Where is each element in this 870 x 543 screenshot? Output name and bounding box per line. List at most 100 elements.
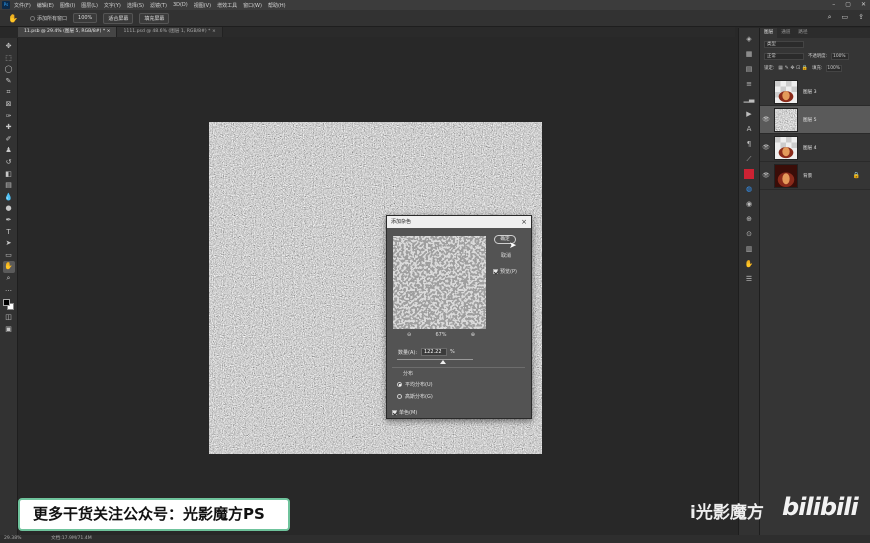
zoom-field[interactable]: 100% — [73, 13, 98, 23]
add-all-windows-checkbox[interactable]: 添加所有窗口 — [30, 15, 67, 22]
screen-mode-icon[interactable]: ▣ — [3, 324, 15, 336]
close-tab-icon[interactable]: × — [212, 29, 216, 34]
zoom-out-icon[interactable]: ⊖ — [407, 332, 411, 338]
tab-document-2[interactable]: 1111.psd @ 48.6% (图层 1, RGB/8#) * × — [117, 27, 223, 37]
hand-tool-icon[interactable]: ✋ — [8, 14, 18, 23]
fill-screen-button[interactable]: 填充屏幕 — [139, 12, 170, 24]
move-tool-icon[interactable]: ✥ — [3, 41, 15, 53]
close-icon[interactable]: ✕ — [861, 1, 866, 8]
kind-filter[interactable]: 类型 — [764, 40, 804, 48]
type-tool-icon[interactable]: T — [3, 227, 15, 239]
healing-tool-icon[interactable]: ✚ — [3, 122, 15, 134]
pen-tool-icon[interactable]: ✒ — [3, 215, 15, 227]
workspace-icon[interactable]: ▭ — [842, 13, 849, 22]
status-zoom[interactable]: 29.38% — [4, 536, 22, 541]
swatches-icon[interactable]: ◍ — [743, 184, 755, 194]
zoom-tool-icon[interactable]: ⌕ — [3, 273, 15, 285]
menu-plugins[interactable]: 增效工具 — [217, 2, 237, 9]
fit-screen-button[interactable]: 适合屏幕 — [103, 12, 134, 24]
crop-tool-icon[interactable]: ⌗ — [3, 87, 15, 99]
menu-file[interactable]: 文件(F) — [14, 2, 31, 9]
paragraph-icon[interactable]: ¶ — [743, 139, 755, 149]
filter-preview[interactable] — [393, 236, 486, 329]
gradient-panel-icon[interactable]: ▥ — [743, 244, 755, 254]
channels-icon[interactable]: ⊕ — [743, 214, 755, 224]
layer-row[interactable]: 👁 图层 4 — [760, 134, 870, 162]
uniform-radio[interactable]: 平均分布(U) — [397, 381, 433, 388]
layer-row[interactable]: 👁 背景 🔒 — [760, 162, 870, 190]
minimize-icon[interactable]: – — [832, 1, 835, 8]
eye-icon[interactable]: 👁 — [760, 116, 772, 123]
layer-name[interactable]: 背景 — [803, 173, 812, 179]
styles-icon[interactable]: ◉ — [743, 199, 755, 209]
eyedropper-tool-icon[interactable]: ✑ — [3, 111, 15, 123]
gaussian-radio[interactable]: 高斯分布(G) — [397, 393, 433, 400]
transform-icon[interactable]: ⟋ — [743, 154, 755, 164]
marquee-tool-icon[interactable]: ⬚ — [3, 53, 15, 65]
maximize-icon[interactable]: ▢ — [845, 1, 851, 8]
menu-help[interactable]: 帮助(H) — [268, 2, 286, 9]
amount-slider-thumb[interactable] — [440, 360, 447, 364]
close-icon[interactable]: × — [521, 216, 527, 228]
tab-paths[interactable]: 路径 — [794, 28, 811, 38]
brush-tool-icon[interactable]: ✐ — [3, 134, 15, 146]
fill-input[interactable]: 100% — [826, 64, 843, 72]
learn-icon[interactable]: ◈ — [743, 34, 755, 44]
tab-document-1[interactable]: 11.psb @ 29.4% (图层 5, RGB/8#) * × — [18, 27, 118, 37]
cancel-button[interactable]: 取消 — [501, 252, 511, 259]
amount-slider-track[interactable] — [397, 359, 473, 360]
close-tab-icon[interactable]: × — [107, 29, 111, 34]
quick-select-tool-icon[interactable]: ✎ — [3, 76, 15, 88]
eraser-tool-icon[interactable]: ◧ — [3, 169, 15, 181]
menu-window[interactable]: 窗口(W) — [243, 2, 262, 9]
blur-tool-icon[interactable]: 💧 — [3, 192, 15, 204]
eye-icon[interactable]: 👁 — [760, 172, 772, 179]
frame-tool-icon[interactable]: ⊠ — [3, 99, 15, 111]
menu-edit[interactable]: 编辑(E) — [37, 2, 54, 9]
monochromatic-checkbox[interactable]: 单色(M) — [392, 409, 417, 416]
layer-name[interactable]: 图层 5 — [803, 117, 817, 123]
zoom-in-icon[interactable]: ⊕ — [471, 332, 475, 338]
opacity-input[interactable]: 100% — [831, 52, 850, 60]
eye-icon[interactable]: 👁 — [760, 144, 772, 151]
histogram-icon[interactable]: ▁▃ — [743, 94, 755, 104]
menu-image[interactable]: 图像(I) — [60, 2, 75, 9]
history-brush-icon[interactable]: ↺ — [3, 157, 15, 169]
blend-mode-select[interactable]: 正常 — [764, 52, 804, 60]
color-icon[interactable] — [744, 169, 754, 179]
menu-3d[interactable]: 3D(D) — [173, 2, 188, 8]
preview-checkbox[interactable]: 预览(P) — [493, 268, 517, 275]
menu-layer[interactable]: 图层(L) — [81, 2, 98, 9]
dodge-tool-icon[interactable]: ● — [3, 203, 15, 215]
stamp-tool-icon[interactable]: ♟ — [3, 145, 15, 157]
lock-options-icon[interactable]: ▦ ✎ ✥ ⊡ 🔒 — [778, 65, 808, 71]
shape-tool-icon[interactable]: ▭ — [3, 250, 15, 262]
menu-type[interactable]: 文字(Y) — [104, 2, 121, 9]
hand-tool-icon[interactable]: ✋ — [2, 261, 15, 273]
adjustments-icon[interactable]: ▦ — [743, 49, 755, 59]
navigator-icon[interactable]: ⊙ — [743, 229, 755, 239]
layer-row-selected[interactable]: 👁 图层 5 — [760, 106, 870, 134]
search-icon[interactable]: ⌕ — [828, 13, 832, 22]
brush-settings-icon[interactable]: ✋ — [743, 259, 755, 269]
layer-row[interactable]: 图层 3 — [760, 78, 870, 106]
gradient-tool-icon[interactable]: ▤ — [3, 180, 15, 192]
path-select-tool-icon[interactable]: ➤ — [3, 238, 15, 250]
layer-name[interactable]: 图层 4 — [803, 145, 817, 151]
character-icon[interactable]: A — [743, 124, 755, 134]
menu-filter[interactable]: 滤镜(T) — [150, 2, 167, 9]
share-icon[interactable]: ⇪ — [858, 13, 864, 22]
layer-name[interactable]: 图层 3 — [803, 89, 817, 95]
sliders-icon[interactable]: ☰ — [743, 274, 755, 284]
properties-icon[interactable]: ≡ — [743, 79, 755, 89]
tab-layers[interactable]: 图层 — [760, 28, 778, 38]
actions-icon[interactable]: ▶ — [743, 109, 755, 119]
more-tools-icon[interactable]: … — [3, 284, 15, 296]
tab-channels[interactable]: 通道 — [777, 28, 794, 38]
quick-mask-icon[interactable]: ◫ — [3, 312, 15, 324]
foreground-color-swatch[interactable] — [2, 299, 10, 307]
color-swatches[interactable] — [2, 298, 16, 311]
menu-select[interactable]: 选择(S) — [127, 2, 144, 9]
lasso-tool-icon[interactable]: ◯ — [3, 64, 15, 76]
amount-input[interactable]: 122.22 — [421, 348, 447, 356]
